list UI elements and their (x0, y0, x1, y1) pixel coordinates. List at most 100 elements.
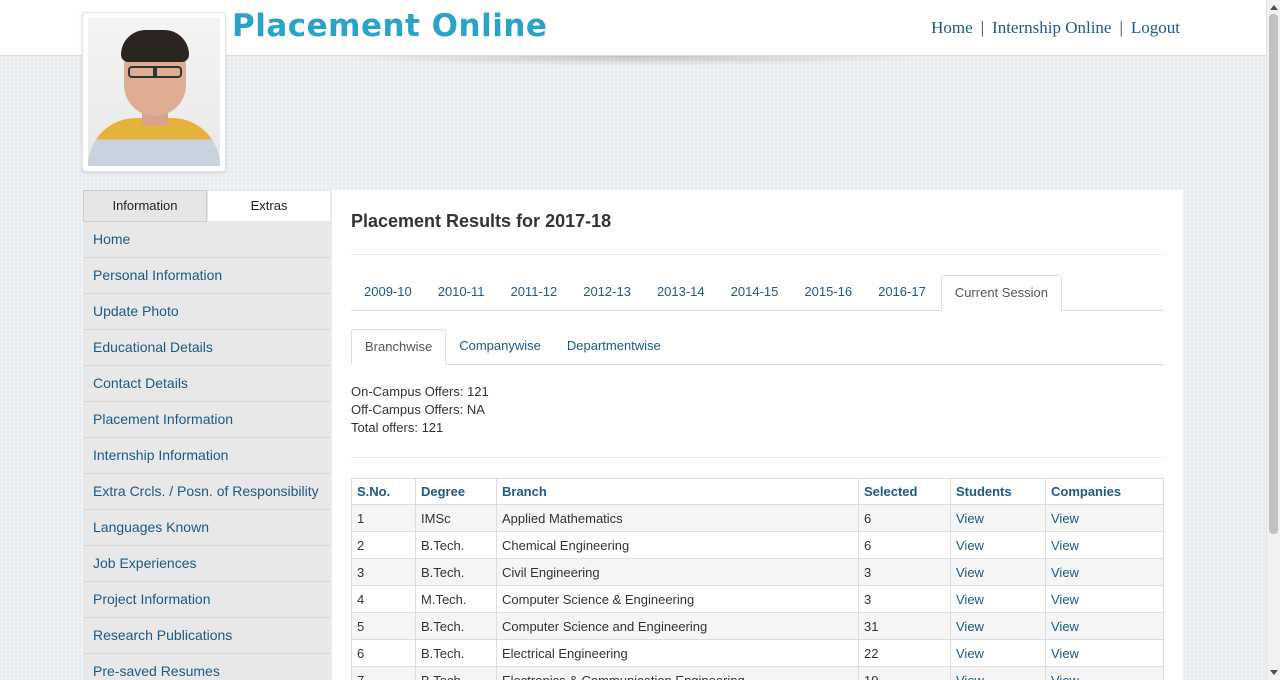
cell-sno: 7 (351, 666, 416, 680)
view-companies-link[interactable]: View (1051, 511, 1079, 526)
cell-sno: 6 (351, 639, 416, 667)
cell-sno: 5 (351, 612, 416, 640)
cell-selected: 19 (858, 666, 951, 680)
view-students-link[interactable]: View (956, 511, 984, 526)
cell-degree: B.Tech. (415, 639, 497, 667)
table-row: 2 B.Tech. Chemical Engineering 6 View View (351, 531, 1164, 559)
sidebar: Information Extras Home Personal Informa… (83, 190, 331, 680)
sidebar-item-home[interactable]: Home (83, 222, 331, 258)
view-students-link[interactable]: View (956, 673, 984, 680)
cell-selected: 3 (858, 585, 951, 613)
sidebar-item-personal-information[interactable]: Personal Information (83, 258, 331, 294)
cell-selected: 22 (858, 639, 951, 667)
sidebar-item-extra-curriculars[interactable]: Extra Crcls. / Posn. of Responsibility (83, 474, 331, 510)
column-header-sno[interactable]: S.No. (351, 478, 416, 505)
cell-selected: 3 (858, 558, 951, 586)
view-students-link[interactable]: View (956, 592, 984, 607)
cell-sno: 1 (351, 504, 416, 532)
cell-degree: M.Tech. (415, 585, 497, 613)
column-header-students[interactable]: Students (950, 478, 1046, 505)
tab-companywise[interactable]: Companywise (446, 329, 554, 364)
cell-students: View (950, 666, 1046, 680)
sidebar-tab-information[interactable]: Information (83, 190, 207, 222)
sidebar-item-research-publications[interactable]: Research Publications (83, 618, 331, 654)
sidebar-tabs: Information Extras (83, 190, 331, 222)
view-companies-link[interactable]: View (1051, 646, 1079, 661)
cell-companies: View (1045, 639, 1164, 667)
scroll-down-arrow-icon[interactable] (1270, 670, 1278, 675)
cell-selected: 31 (858, 612, 951, 640)
sidebar-item-pre-saved-resumes[interactable]: Pre-saved Resumes (83, 654, 331, 680)
cell-degree: IMSc (415, 504, 497, 532)
view-students-link[interactable]: View (956, 646, 984, 661)
nav-logout-link[interactable]: Logout (1131, 18, 1180, 38)
column-header-degree[interactable]: Degree (415, 478, 497, 505)
total-offers: Total offers: 121 (351, 420, 444, 435)
cell-branch: Applied Mathematics (496, 504, 859, 532)
divider (351, 254, 1164, 255)
view-students-link[interactable]: View (956, 619, 984, 634)
cell-companies: View (1045, 612, 1164, 640)
column-header-companies[interactable]: Companies (1045, 478, 1164, 505)
cell-students: View (950, 504, 1046, 532)
cell-students: View (950, 585, 1046, 613)
tab-departmentwise[interactable]: Departmentwise (554, 329, 674, 364)
cell-selected: 6 (858, 504, 951, 532)
table-row: 3 B.Tech. Civil Engineering 3 View View (351, 558, 1164, 586)
cell-branch: Computer Science and Engineering (496, 612, 859, 640)
sidebar-item-contact-details[interactable]: Contact Details (83, 366, 331, 402)
cell-companies: View (1045, 504, 1164, 532)
tab-2012-13[interactable]: 2012-13 (570, 275, 644, 310)
table-row: 5 B.Tech. Computer Science and Engineering… (351, 612, 1164, 640)
sidebar-item-educational-details[interactable]: Educational Details (83, 330, 331, 366)
sidebar-item-languages-known[interactable]: Languages Known (83, 510, 331, 546)
table-header-row: S.No. Degree Branch Selected Students Co… (351, 478, 1164, 505)
nav-separator: | (1119, 18, 1123, 37)
cell-degree: B.Tech. (415, 531, 497, 559)
tab-2016-17[interactable]: 2016-17 (865, 275, 939, 310)
nav-home-link[interactable]: Home (931, 18, 973, 38)
table-row: 7 B.Tech. Electronics & Communication Engi… (351, 666, 1164, 680)
view-companies-link[interactable]: View (1051, 673, 1079, 680)
tab-2009-10[interactable]: 2009-10 (351, 275, 425, 310)
table-row: 1 IMSc Applied Mathematics 6 View View (351, 504, 1164, 532)
column-header-selected[interactable]: Selected (858, 478, 951, 505)
view-companies-link[interactable]: View (1051, 619, 1079, 634)
tab-current-session[interactable]: Current Session (940, 275, 1063, 311)
view-companies-link[interactable]: View (1051, 538, 1079, 553)
tab-branchwise[interactable]: Branchwise (351, 329, 447, 365)
header-shadow (330, 56, 930, 66)
tab-2015-16[interactable]: 2015-16 (791, 275, 865, 310)
scrollbar-thumb[interactable] (1269, 14, 1278, 534)
scroll-up-arrow-icon[interactable] (1270, 5, 1278, 10)
view-companies-link[interactable]: View (1051, 565, 1079, 580)
cell-branch: Chemical Engineering (496, 531, 859, 559)
tab-2014-15[interactable]: 2014-15 (718, 275, 792, 310)
year-tabs: 2009-10 2010-11 2011-12 2012-13 2013-14 … (351, 275, 1164, 311)
sidebar-tab-extras[interactable]: Extras (207, 190, 331, 222)
tab-2010-11[interactable]: 2010-11 (425, 275, 498, 310)
sidebar-item-update-photo[interactable]: Update Photo (83, 294, 331, 330)
sidebar-item-internship-information[interactable]: Internship Information (83, 438, 331, 474)
cell-sno: 3 (351, 558, 416, 586)
cell-branch: Electrical Engineering (496, 639, 859, 667)
sidebar-item-project-information[interactable]: Project Information (83, 582, 331, 618)
view-students-link[interactable]: View (956, 565, 984, 580)
result-view-tabs: Branchwise Companywise Departmentwise (351, 329, 1164, 365)
view-companies-link[interactable]: View (1051, 592, 1079, 607)
cell-companies: View (1045, 558, 1164, 586)
tab-2011-12[interactable]: 2011-12 (497, 275, 570, 310)
sidebar-item-job-experiences[interactable]: Job Experiences (83, 546, 331, 582)
cell-sno: 4 (351, 585, 416, 613)
column-header-branch[interactable]: Branch (496, 478, 859, 505)
sidebar-item-placement-information[interactable]: Placement Information (83, 402, 331, 438)
table-row: 4 M.Tech. Computer Science & Engineering 3 V… (351, 585, 1164, 613)
view-students-link[interactable]: View (956, 538, 984, 553)
tab-2013-14[interactable]: 2013-14 (644, 275, 718, 310)
cell-degree: B.Tech. (415, 666, 497, 680)
page-scrollbar[interactable] (1266, 0, 1280, 680)
cell-degree: B.Tech. (415, 558, 497, 586)
nav-internship-online-link[interactable]: Internship Online (992, 18, 1111, 38)
off-campus-offers: Off-Campus Offers: NA (351, 402, 485, 417)
cell-students: View (950, 639, 1046, 667)
